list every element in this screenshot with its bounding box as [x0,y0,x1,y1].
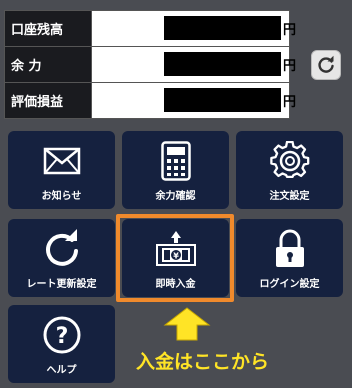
yoryoku-label: 余力確認 [155,191,196,202]
refresh-icon [45,229,78,266]
pnl-label: 評価損益 [4,82,92,119]
balance-row-total: 口座残高 円 [4,10,296,47]
mail-icon [43,147,80,175]
refresh-button[interactable] [311,50,341,80]
lock-icon [275,229,304,267]
masked-amount [164,52,281,76]
help-icon: ? [43,316,80,354]
masked-amount [164,16,281,40]
rate-button[interactable]: レート更新設定 [8,219,115,297]
yen-unit: 円 [283,23,297,38]
balance-row-available: 余 力 円 [4,46,296,83]
chumon-button[interactable]: 注文設定 [236,131,343,209]
nyukin-highlight-frame [116,214,234,302]
balance-row-pnl: 評価損益 円 [4,82,296,119]
yoryoku-button[interactable]: 余力確認 [122,131,229,209]
up-arrow-icon [163,307,211,341]
yen-unit: 円 [283,95,297,110]
login-label: ログイン設定 [259,279,320,290]
chumon-label: 注文設定 [269,191,310,202]
refresh-icon [318,55,334,73]
help-label: ヘルプ [46,365,77,376]
calculator-icon [160,141,191,181]
gear-icon [269,141,309,179]
balance-value: 円 [91,10,296,47]
balance-table: 口座残高 円 余 力 円 評価損益 円 [4,10,296,119]
help-button[interactable]: ? ヘルプ [8,305,115,383]
pnl-value: 円 [91,82,296,119]
svg-text:?: ? [55,324,68,349]
oshirase-button[interactable]: お知らせ [8,131,115,209]
balance-label: 口座残高 [4,10,92,47]
available-value: 円 [91,46,296,83]
deposit-callout: 入金はここから [136,351,270,373]
login-button[interactable]: ログイン設定 [236,219,343,297]
available-label: 余 力 [4,46,92,83]
rate-label: レート更新設定 [26,279,97,290]
yen-unit: 円 [283,59,297,74]
oshirase-label: お知らせ [41,191,82,202]
masked-amount [164,88,281,112]
